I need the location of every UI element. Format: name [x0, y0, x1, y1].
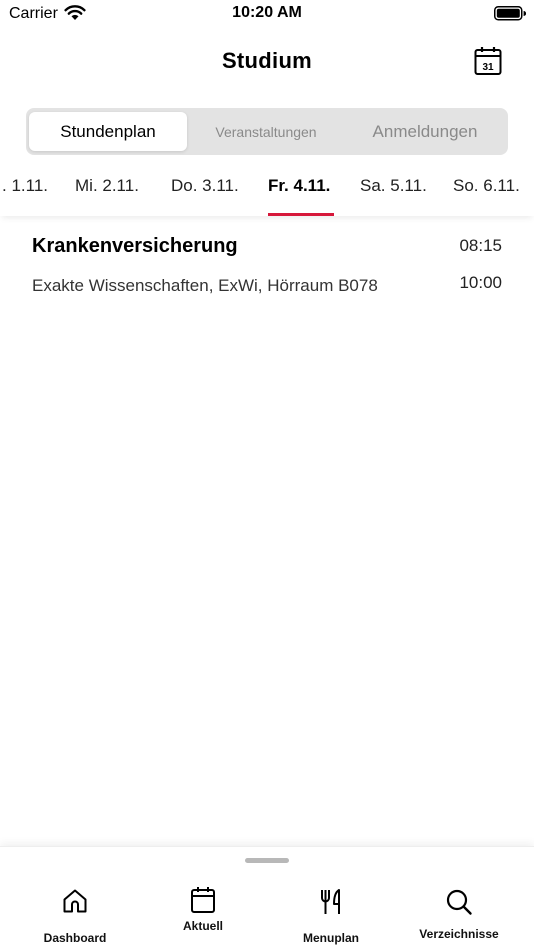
tab-label-menuplan: Menuplan [303, 931, 359, 945]
day-tab-5-11[interactable]: Sa. 5.11. [360, 176, 427, 196]
day-tab-1-11[interactable]: . 1.11. [2, 176, 48, 196]
page-title: Studium [221, 48, 313, 73]
segment-anmeldungen[interactable]: Anmeldungen [345, 108, 505, 155]
tab-verzeichnisse[interactable]: Verzeichnisse [404, 887, 514, 947]
fork-knife-icon [321, 889, 340, 914]
tab-aktuell[interactable]: Aktuell [148, 885, 258, 945]
day-tab-2-11[interactable]: Mi. 2.11. [75, 176, 139, 196]
calendar-icon-day: 31 [482, 62, 494, 73]
sheet-grabber[interactable] [245, 858, 289, 863]
tab-bar: Dashboard Aktuell Menuplan Verzeichnisse [0, 846, 534, 950]
tab-dashboard[interactable]: Dashboard [20, 887, 130, 947]
lecture-end-time: 10:00 [459, 273, 502, 292]
tab-label-dashboard: Dashboard [43, 931, 107, 945]
segment-stundenplan[interactable]: Stundenplan [29, 112, 187, 151]
search-icon [446, 889, 472, 915]
selected-day-indicator [268, 213, 334, 216]
day-tab-3-11[interactable]: Do. 3.11. [171, 176, 239, 196]
day-tab-6-11[interactable]: So. 6.11. [453, 176, 520, 196]
home-icon [63, 889, 87, 913]
screen: Carrier 10:20 AM Studium 31 Stundenplan … [0, 0, 534, 950]
segment-veranstaltungen[interactable]: Veranstaltungen [187, 108, 345, 155]
day-selector: . 1.11. Mi. 2.11. Do. 3.11. Fr. 4.11. Sa… [0, 162, 534, 216]
tab-menuplan[interactable]: Menuplan [276, 887, 386, 947]
battery-icon [494, 6, 526, 21]
tab-label-verzeichnisse: Verzeichnisse [419, 927, 499, 941]
calendar-button[interactable]: 31 [474, 46, 502, 76]
status-bar: Carrier 10:20 AM [0, 0, 534, 28]
status-time: 10:20 AM [232, 4, 302, 21]
lecture-location: Exakte Wissenschaften, ExWi, Hörraum B07… [32, 276, 378, 295]
lecture-title: Krankenversicherung [32, 235, 238, 257]
tab-label-aktuell: Aktuell [182, 919, 223, 933]
day-tab-4-11[interactable]: Fr. 4.11. [268, 176, 330, 196]
lecture-start-time: 08:15 [459, 236, 502, 255]
segmented-control: Stundenplan Veranstaltungen Anmeldungen [26, 108, 508, 155]
calendar-icon [191, 887, 215, 913]
